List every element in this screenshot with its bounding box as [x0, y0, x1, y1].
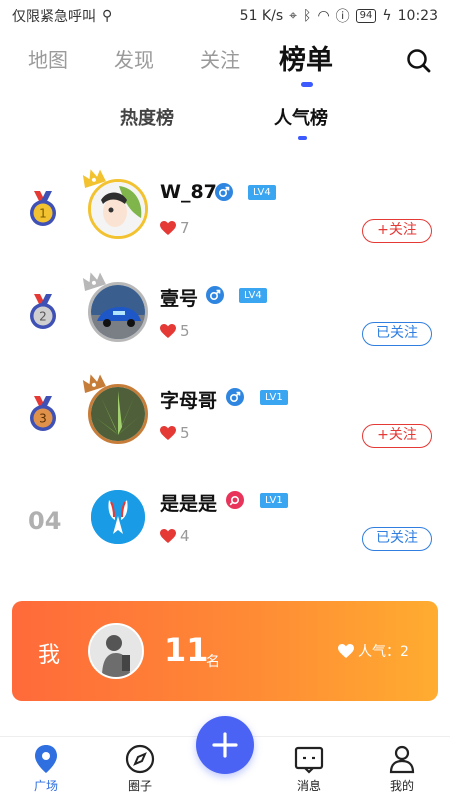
heart-icon: [160, 323, 176, 338]
wifi-icon: ◠: [317, 8, 330, 24]
level-badge: LV4: [248, 185, 276, 200]
ranking-row[interactable]: 04 是是是 LV1 4 已关注: [0, 481, 450, 571]
avatar-image: [88, 179, 148, 239]
avatar[interactable]: [82, 374, 148, 444]
nav-profile[interactable]: 我的: [372, 743, 432, 794]
level-badge: LV1: [260, 390, 288, 405]
active-tab-indicator: [301, 82, 313, 87]
location-icon: ⌖: [289, 8, 298, 24]
my-rank-unit: 名: [206, 654, 220, 670]
nav-label: 我的: [389, 779, 414, 793]
subtab-popularity[interactable]: 人气榜: [274, 104, 328, 130]
like-count-value: 4: [180, 527, 190, 545]
follow-button[interactable]: +关注: [362, 424, 432, 448]
medal-rank: 2: [39, 310, 47, 324]
subtab-heat[interactable]: 热度榜: [120, 104, 174, 130]
tab-ranking[interactable]: 榜单: [279, 38, 333, 77]
user-name[interactable]: 字母哥: [160, 386, 217, 413]
user-name[interactable]: 壹号: [160, 284, 198, 311]
charging-icon: ϟ: [382, 8, 392, 24]
my-label: 我: [38, 643, 61, 668]
compass-icon: [125, 744, 155, 774]
active-subtab-indicator: [298, 136, 307, 140]
ranking-row[interactable]: 2 壹号 LV4 5 已关注: [0, 272, 450, 366]
like-count-value: 5: [180, 322, 190, 340]
heart-icon: [160, 425, 176, 440]
location-pin-icon: [35, 745, 57, 773]
my-avatar[interactable]: [88, 623, 144, 679]
bluetooth-icon: ᛒ: [303, 8, 312, 24]
nav-label: 圈子: [127, 779, 152, 793]
nav-plaza[interactable]: 广场: [16, 743, 76, 794]
rank-number: 04: [28, 507, 62, 535]
top-tab-bar: 地图 发现 关注 榜单: [0, 38, 450, 88]
ranking-row[interactable]: 3 字母哥 LV1 5 +关注: [0, 374, 450, 468]
status-bar: 仅限紧急呼叫 ⚲ 51 K/s ⌖ ᛒ ◠ ⓘ 94 ϟ 10:23: [0, 0, 450, 32]
male-icon: [226, 388, 244, 406]
female-icon: [226, 491, 244, 509]
medal-rank: 1: [39, 207, 47, 221]
network-speed: 51 K/s: [239, 8, 284, 24]
avatar-image: [88, 384, 148, 444]
battery-indicator: 94: [355, 9, 377, 23]
user-icon: [389, 745, 415, 774]
heart-icon: [338, 643, 354, 658]
alert-icon: ⓘ: [335, 9, 350, 25]
level-badge: LV1: [260, 493, 288, 508]
like-count: 5: [160, 424, 190, 442]
gold-medal-icon: 1: [30, 191, 56, 226]
silver-medal-icon: 2: [30, 294, 56, 329]
ranking-row[interactable]: 1 W_87 LV4 7 +关注: [0, 169, 450, 263]
medal-rank: 3: [39, 412, 47, 426]
like-count: 7: [160, 219, 190, 237]
nav-label: 消息: [296, 779, 321, 793]
carrier-text: 仅限紧急呼叫: [12, 9, 96, 25]
my-rank-number: 11: [164, 631, 209, 669]
plus-icon: [212, 732, 238, 758]
message-icon: [294, 746, 324, 774]
clock: 10:23: [397, 8, 438, 24]
my-popularity-value: 人气：2: [358, 644, 409, 660]
user-name[interactable]: W_87: [160, 181, 217, 203]
add-post-button[interactable]: [196, 716, 254, 774]
avatar[interactable]: [82, 169, 148, 239]
follow-button[interactable]: +关注: [362, 219, 432, 243]
heart-icon: [160, 528, 176, 543]
nav-label: 广场: [33, 779, 58, 793]
like-count-value: 7: [180, 219, 190, 237]
my-popularity: 人气：2: [338, 641, 409, 661]
followed-button[interactable]: 已关注: [362, 527, 432, 551]
followed-button[interactable]: 已关注: [362, 322, 432, 346]
bronze-medal-icon: 3: [30, 396, 56, 431]
like-count-value: 5: [180, 424, 190, 442]
like-count: 5: [160, 322, 190, 340]
tab-map[interactable]: 地图: [28, 44, 68, 73]
avatar-image: [88, 487, 148, 547]
usb-icon: ⚲: [102, 8, 113, 24]
tab-discover[interactable]: 发现: [114, 44, 154, 73]
tab-following[interactable]: 关注: [200, 44, 240, 73]
search-button[interactable]: [404, 46, 434, 76]
nav-messages[interactable]: 消息: [279, 743, 339, 794]
avatar[interactable]: [88, 487, 148, 547]
nav-circle[interactable]: 圈子: [110, 743, 170, 794]
level-badge: LV4: [239, 288, 267, 303]
male-icon: [215, 183, 233, 201]
search-icon: [407, 49, 431, 73]
avatar-image: [88, 282, 148, 342]
male-icon: [206, 286, 224, 304]
my-rank-card[interactable]: 我 11 名 人气：2: [12, 601, 438, 701]
heart-icon: [160, 220, 176, 235]
avatar[interactable]: [82, 272, 148, 342]
like-count: 4: [160, 527, 190, 545]
user-name[interactable]: 是是是: [160, 489, 217, 516]
